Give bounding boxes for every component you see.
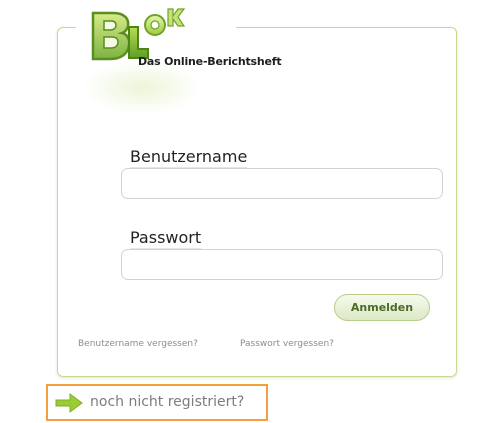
forgot-password-link[interactable]: Passwort vergessen? bbox=[240, 339, 334, 349]
username-input[interactable] bbox=[121, 168, 443, 199]
arrow-right-icon bbox=[55, 393, 83, 413]
register-link[interactable]: noch nicht registriert? bbox=[46, 384, 268, 421]
forgot-username-link[interactable]: Benutzername vergessen? bbox=[78, 339, 198, 349]
logo-glow bbox=[82, 60, 202, 115]
register-label: noch nicht registriert? bbox=[90, 394, 245, 410]
username-label: Benutzername bbox=[130, 147, 248, 168]
login-button[interactable]: Anmelden bbox=[334, 294, 430, 321]
password-label: Passwort bbox=[130, 228, 202, 249]
brand-tagline: Das Online-Berichtsheft bbox=[138, 55, 282, 68]
password-input[interactable] bbox=[121, 249, 443, 280]
